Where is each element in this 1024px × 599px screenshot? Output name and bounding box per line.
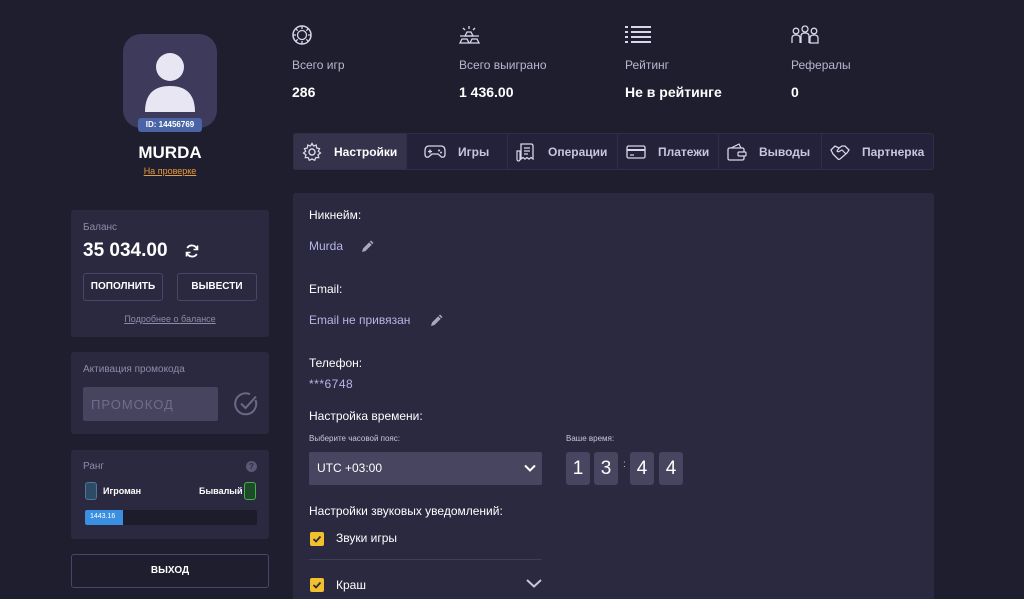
stat-label: Рефералы	[791, 58, 851, 72]
stat-value: 0	[791, 84, 799, 100]
divider	[309, 559, 542, 560]
tab-partnership[interactable]: Партнерка	[822, 134, 933, 169]
withdraw-button[interactable]: ВЫВЕСТИ	[177, 273, 257, 301]
email-value: Email не привязан	[309, 313, 411, 327]
gold-bars-icon	[459, 26, 481, 44]
avatar[interactable]	[123, 34, 217, 128]
promo-card: Активация промокода	[71, 352, 269, 434]
crash-sound-checkbox[interactable]	[310, 578, 324, 592]
tab-payments[interactable]: Платежи	[618, 134, 719, 169]
chevron-down-icon	[524, 464, 536, 472]
stat-rating: Рейтинг Не в рейтинге	[625, 24, 722, 100]
tab-withdrawals[interactable]: Выводы	[719, 134, 822, 169]
deposit-button[interactable]: ПОПОЛНИТЬ	[83, 273, 163, 301]
settings-panel: Никнейм: Murda Email: Email не привязан …	[293, 193, 934, 599]
balance-label: Баланс	[83, 222, 118, 233]
chevron-down-icon[interactable]	[525, 576, 543, 590]
user-id-badge: ID: 14456769	[138, 118, 202, 132]
balance-card: Баланс 35 034.00 ПОПОЛНИТЬ ВЫВЕСТИ Подро…	[71, 210, 269, 337]
game-sounds-checkbox[interactable]	[310, 532, 324, 546]
time-settings-label: Настройка времени:	[309, 409, 423, 423]
promo-label: Активация промокода	[83, 364, 185, 375]
receipt-icon	[516, 142, 534, 162]
checkmark-icon	[312, 581, 322, 589]
current-rank-icon	[85, 482, 97, 500]
rank-progress-bar: 1443.16	[85, 510, 257, 525]
poker-chip-icon	[292, 25, 312, 45]
nickname-value: Murda	[309, 239, 344, 253]
timezone-select[interactable]: UTC +03:00	[309, 452, 542, 485]
time-digit: 3	[594, 452, 618, 485]
nickname-label: Никнейм:	[309, 208, 362, 222]
tab-label: Платежи	[658, 144, 710, 159]
tab-operations[interactable]: Операции	[508, 134, 618, 169]
stat-label: Всего выиграно	[459, 58, 547, 72]
current-rank-name: Игроман	[103, 486, 142, 496]
crash-sound-label: Краш	[336, 578, 366, 592]
balance-details-link[interactable]: Подробнее о балансе	[71, 314, 269, 324]
user-silhouette-icon	[145, 53, 195, 112]
your-time-label: Ваше время:	[566, 434, 615, 443]
tab-games[interactable]: Игры	[407, 134, 508, 169]
time-digit: 1	[566, 452, 590, 485]
gear-icon	[302, 141, 322, 161]
stat-total-won: Всего выиграно 1 436.00	[459, 24, 547, 100]
phone-value: ***6748	[309, 377, 354, 391]
tab-label: Игры	[458, 144, 490, 159]
stat-label: Рейтинг	[625, 58, 670, 72]
handshake-icon	[830, 144, 850, 160]
rank-card: Ранг ? Игроман Бывалый 1443.16	[71, 450, 269, 539]
email-label: Email:	[309, 282, 343, 296]
users-icon	[791, 25, 819, 44]
username: MURDA	[138, 143, 202, 162]
rank-progress-text: 1443.16	[90, 513, 116, 520]
tab-label: Выводы	[759, 144, 811, 159]
edit-nickname-icon[interactable]	[360, 238, 376, 254]
stat-value: 286	[292, 84, 316, 100]
time-digit: 4	[630, 452, 654, 485]
stat-label: Всего игр	[292, 58, 345, 72]
list-icon	[625, 26, 651, 43]
sound-settings-label: Настройки звуковых уведомлений:	[309, 504, 503, 518]
help-icon[interactable]: ?	[246, 461, 257, 472]
next-rank-icon	[244, 482, 256, 500]
edit-email-icon[interactable]	[429, 312, 445, 328]
profile-tabs: Настройки Игры Операции Платежи Выводы П…	[293, 133, 934, 170]
tab-label: Настройки	[334, 144, 398, 159]
next-rank-name: Бывалый	[199, 486, 243, 496]
check-circle-icon[interactable]	[233, 391, 259, 417]
timezone-label: Выберите часовой пояс:	[309, 434, 400, 443]
stat-total-games: Всего игр 286	[292, 24, 345, 100]
rank-label: Ранг	[83, 461, 105, 472]
time-separator: :	[623, 459, 626, 470]
tab-label: Операции	[548, 144, 608, 159]
time-digit: 4	[659, 452, 683, 485]
logout-button[interactable]: ВЫХОД	[71, 554, 269, 588]
card-icon	[626, 144, 646, 159]
promo-code-input[interactable]	[83, 387, 218, 421]
stat-value: Не в рейтинге	[625, 84, 722, 100]
stat-referrals: Рефералы 0	[791, 24, 851, 100]
balance-value: 35 034.00	[83, 240, 168, 261]
verification-status-link[interactable]: На проверке	[70, 166, 270, 176]
tab-settings[interactable]: Настройки	[294, 134, 407, 169]
checkmark-icon	[312, 535, 322, 543]
phone-label: Телефон:	[309, 356, 363, 370]
timezone-value: UTC +03:00	[317, 461, 383, 475]
refresh-icon[interactable]	[184, 243, 200, 259]
game-sounds-label: Звуки игры	[336, 531, 398, 545]
gamepad-icon	[424, 144, 446, 158]
wallet-icon	[727, 142, 747, 161]
tab-label: Партнерка	[862, 144, 925, 159]
stat-value: 1 436.00	[459, 84, 514, 100]
